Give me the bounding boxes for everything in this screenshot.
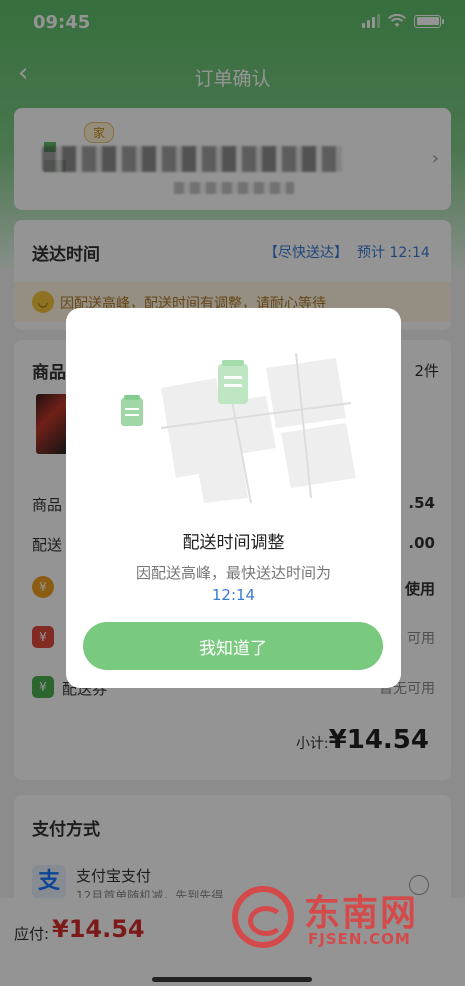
rider-pin-icon	[121, 395, 143, 426]
dialog-eta: 12:14	[211, 586, 256, 604]
home-indicator	[152, 977, 312, 982]
map-illustration	[121, 352, 356, 504]
watermark-logo: 东南网 FJSEN.COM	[232, 884, 452, 954]
watermark-subtext: FJSEN.COM	[308, 930, 411, 948]
delivery-adjust-dialog: 配送时间调整 因配送高峰，最快送达时间为 12:14 我知道了	[66, 308, 401, 688]
acknowledge-button[interactable]: 我知道了	[83, 622, 383, 670]
store-pin-icon	[218, 360, 248, 404]
watermark-icon	[232, 886, 294, 948]
dialog-title: 配送时间调整	[182, 533, 285, 553]
dialog-description: 因配送高峰，最快送达时间为	[135, 564, 331, 582]
watermark-text: 东南网	[304, 893, 419, 934]
